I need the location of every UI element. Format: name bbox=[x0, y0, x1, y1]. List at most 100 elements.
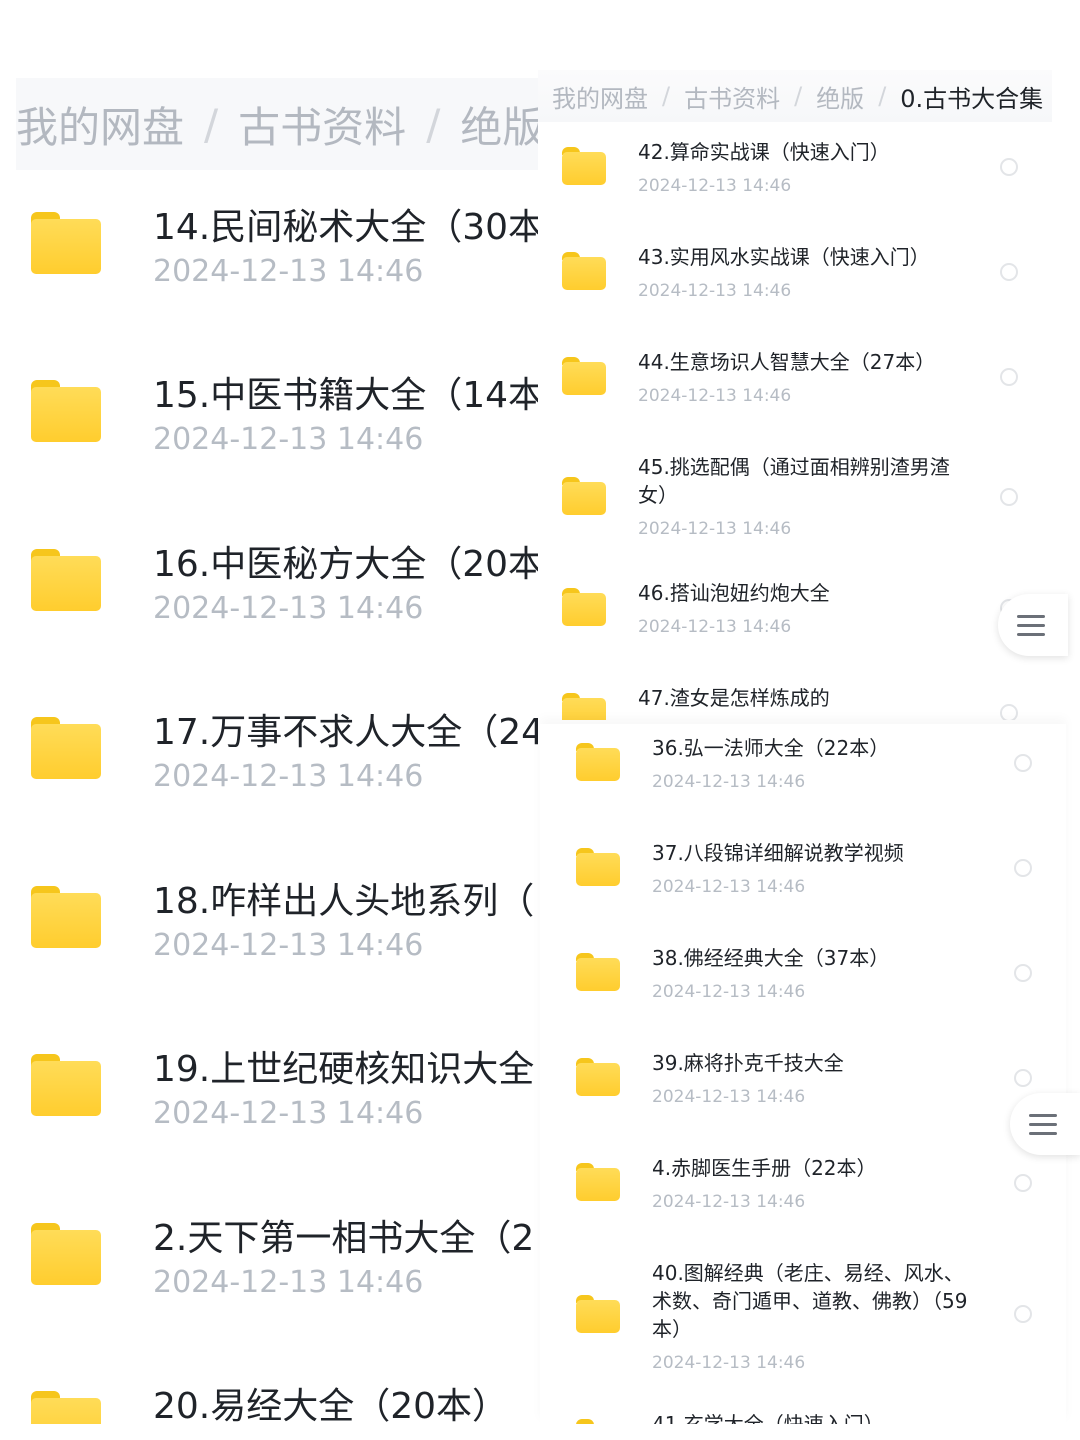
select-radio[interactable] bbox=[1014, 1069, 1032, 1087]
list-item[interactable]: 17.万事不求人大全（24本 2024-12-13 14:46 bbox=[16, 693, 538, 861]
list-item[interactable]: 41.玄学大全（快速入门） bbox=[540, 1404, 1066, 1424]
folder-icon bbox=[31, 1223, 101, 1285]
item-date: 2024-12-13 14:46 bbox=[638, 386, 792, 406]
list-item[interactable]: 46.搭讪泡妞约炮大全 2024-12-13 14:46 bbox=[538, 573, 1052, 677]
folder-icon bbox=[576, 1058, 620, 1096]
list-item[interactable]: 44.生意场识人智慧大全（27本） 2024-12-13 14:46 bbox=[538, 342, 1052, 446]
item-date: 2024-12-13 14:46 bbox=[638, 176, 792, 196]
list-item[interactable]: 38.佛经经典大全（37本） 2024-12-13 14:46 bbox=[540, 938, 1066, 1042]
breadcrumb-item[interactable]: 古书资料 bbox=[238, 94, 406, 155]
list-item[interactable]: 16.中医秘方大全（20本） 2024-12-13 14:46 bbox=[16, 525, 538, 693]
select-radio[interactable] bbox=[1014, 1174, 1032, 1192]
select-radio[interactable] bbox=[1000, 488, 1018, 506]
list-item[interactable]: 42.算命实战课（快速入门） 2024-12-13 14:46 bbox=[538, 132, 1052, 236]
item-name: 39.麻将扑克千技大全 bbox=[652, 1051, 844, 1075]
menu-icon[interactable] bbox=[1010, 1093, 1080, 1155]
file-list-panel-right-bottom: 36.弘一法师大全（22本） 2024-12-13 14:46 37.八段锦详细… bbox=[540, 724, 1066, 1424]
item-name: 43.实用风水实战课（快速入门） bbox=[638, 245, 930, 269]
item-date: 2024-12-13 14:46 bbox=[652, 1353, 806, 1373]
folder-icon bbox=[562, 477, 606, 515]
item-date: 2024-12-13 14:46 bbox=[153, 928, 424, 963]
item-name: 36.弘一法师大全（22本） bbox=[652, 736, 890, 760]
folder-icon bbox=[31, 717, 101, 779]
file-list-panel-right-top: 我的网盘 / 古书资料 / 绝版/ 0.古书大合集 42.算命实战课（快速入门） 2… bbox=[538, 70, 1052, 720]
folder-icon bbox=[31, 212, 101, 274]
breadcrumb-item[interactable]: 绝版 bbox=[816, 79, 864, 114]
item-name: 4.赤脚医生手册（22本） bbox=[652, 1156, 877, 1180]
breadcrumb: 我的网盘/ 古书资料/ 绝版/ 0 bbox=[16, 78, 538, 170]
item-name: 42.算命实战课（快速入门） bbox=[638, 140, 890, 164]
item-date: 2024-12-13 14:46 bbox=[153, 1265, 424, 1300]
list-item[interactable]: 45.挑选配偶（通过面相辨别渣男渣女） 2024-12-13 14:46 bbox=[538, 447, 1052, 571]
item-date: 2024-12-13 14:46 bbox=[638, 281, 792, 301]
list-item[interactable]: 43.实用风水实战课（快速入门） 2024-12-13 14:46 bbox=[538, 237, 1052, 341]
item-name: 44.生意场识人智慧大全（27本） bbox=[638, 350, 936, 374]
list-item[interactable]: 40.图解经典（老庄、易经、风水、术数、奇门遁甲、道教、佛教）（59本） 202… bbox=[540, 1253, 1066, 1403]
select-radio[interactable] bbox=[1000, 704, 1018, 720]
item-date: 2024-12-13 14:46 bbox=[638, 519, 792, 539]
breadcrumb-item[interactable]: 绝版 bbox=[460, 94, 538, 155]
item-name: 40.图解经典（老庄、易经、风水、术数、奇门遁甲、道教、佛教）（59本） bbox=[652, 1261, 968, 1341]
select-radio[interactable] bbox=[1014, 754, 1032, 772]
select-radio[interactable] bbox=[1000, 368, 1018, 386]
select-radio[interactable] bbox=[1000, 263, 1018, 281]
breadcrumb-item[interactable]: 我的网盘 bbox=[16, 94, 184, 155]
item-date: 2024-12-13 14:46 bbox=[153, 254, 424, 289]
item-name: 38.佛经经典大全（37本） bbox=[652, 946, 890, 970]
list-item[interactable]: 36.弘一法师大全（22本） 2024-12-13 14:46 bbox=[540, 728, 1066, 832]
item-date: 2024-12-13 14:46 bbox=[153, 759, 424, 794]
item-name: 19.上世纪硬核知识大全 bbox=[153, 1049, 535, 1090]
select-radio[interactable] bbox=[1014, 859, 1032, 877]
item-name: 41.玄学大全（快速入门） bbox=[652, 1412, 884, 1424]
list-item[interactable]: 15.中医书籍大全（14本） 2024-12-13 14:46 bbox=[16, 356, 538, 524]
list-item[interactable]: 18.咋样出人头地系列（1 2024-12-13 14:46 bbox=[16, 862, 538, 1030]
item-date: 2024-12-13 14:46 bbox=[153, 422, 424, 457]
item-name: 14.民间秘术大全（30本） bbox=[153, 207, 538, 248]
select-radio[interactable] bbox=[1014, 964, 1032, 982]
list-item[interactable]: 37.八段锦详细解说教学视频 2024-12-13 14:46 bbox=[540, 833, 1066, 937]
item-name: 37.八段锦详细解说教学视频 bbox=[652, 841, 904, 865]
item-name: 17.万事不求人大全（24本 bbox=[153, 712, 538, 753]
item-name: 16.中医秘方大全（20本） bbox=[153, 544, 538, 585]
list-item[interactable]: 4.赤脚医生手册（22本） 2024-12-13 14:46 bbox=[540, 1148, 1066, 1252]
list-item[interactable]: 39.麻将扑克千技大全 2024-12-13 14:46 bbox=[540, 1043, 1066, 1147]
folder-icon bbox=[562, 357, 606, 395]
item-date: 2024-12-13 14:46 bbox=[652, 877, 806, 897]
select-radio[interactable] bbox=[1000, 158, 1018, 176]
list-item[interactable]: 2.天下第一相书大全（21 2024-12-13 14:46 bbox=[16, 1199, 538, 1367]
item-date: 2024-12-13 14:46 bbox=[652, 982, 806, 1002]
list-item[interactable]: 20.易经大全（20本） bbox=[16, 1367, 538, 1424]
item-date: 2024-12-13 14:46 bbox=[652, 1087, 806, 1107]
item-date: 2024-12-13 14:46 bbox=[652, 772, 806, 792]
item-name: 18.咋样出人头地系列（1 bbox=[153, 881, 538, 922]
item-name: 2.天下第一相书大全（21 bbox=[153, 1218, 538, 1259]
folder-icon bbox=[562, 588, 606, 626]
list-item[interactable]: 47.渣女是怎样炼成的 bbox=[538, 678, 1052, 720]
file-list-panel-left: 我的网盘/ 古书资料/ 绝版/ 0 14.民间秘术大全（30本） 2024-12… bbox=[16, 78, 538, 1424]
select-radio[interactable] bbox=[1014, 1305, 1032, 1323]
folder-icon bbox=[562, 147, 606, 185]
item-name: 15.中医书籍大全（14本） bbox=[153, 375, 538, 416]
menu-icon[interactable] bbox=[998, 594, 1068, 656]
item-name: 47.渣女是怎样炼成的 bbox=[638, 686, 830, 710]
breadcrumb-current: 0.古书大合集 bbox=[900, 84, 1044, 113]
folder-icon bbox=[576, 1163, 620, 1201]
list-item[interactable]: 19.上世纪硬核知识大全 2024-12-13 14:46 bbox=[16, 1030, 538, 1198]
item-date: 2024-12-13 14:46 bbox=[153, 1096, 424, 1131]
item-date: 2024-12-13 14:46 bbox=[638, 617, 792, 637]
folder-icon bbox=[31, 549, 101, 611]
list-item[interactable]: 14.民间秘术大全（30本） 2024-12-13 14:46 bbox=[16, 188, 538, 356]
folder-icon bbox=[576, 1419, 620, 1424]
folder-icon bbox=[562, 693, 606, 720]
item-date: 2024-12-13 14:46 bbox=[652, 1192, 806, 1212]
item-name: 20.易经大全（20本） bbox=[153, 1386, 509, 1424]
folder-icon bbox=[31, 380, 101, 442]
folder-icon bbox=[562, 252, 606, 290]
breadcrumb-item[interactable]: 我的网盘 bbox=[552, 79, 648, 114]
folder-icon bbox=[31, 1054, 101, 1116]
folder-icon bbox=[31, 1391, 101, 1424]
folder-icon bbox=[31, 886, 101, 948]
folder-icon bbox=[576, 848, 620, 886]
folder-icon bbox=[576, 1295, 620, 1333]
breadcrumb-item[interactable]: 古书资料 bbox=[684, 79, 780, 114]
